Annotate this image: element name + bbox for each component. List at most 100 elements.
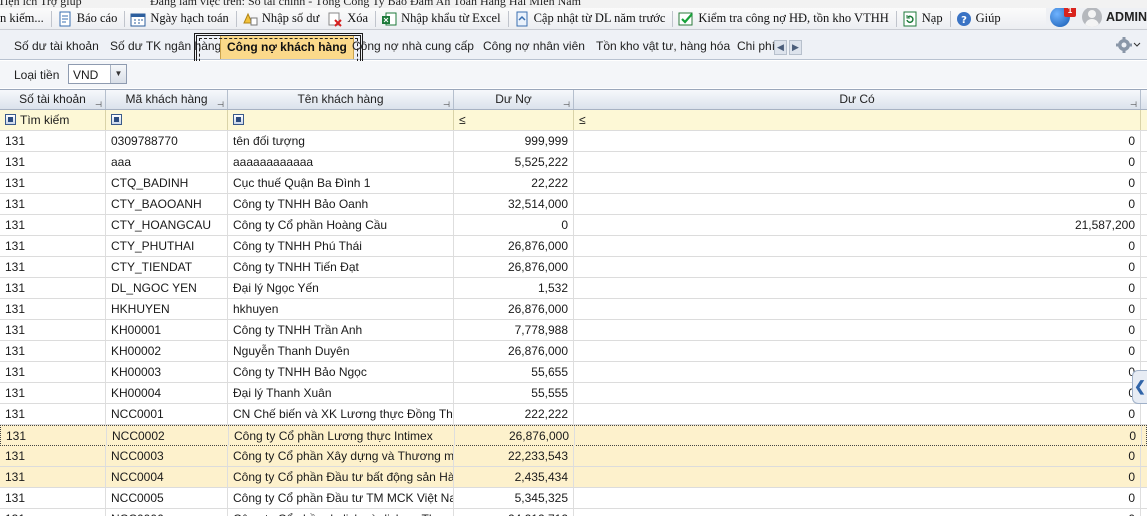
tab-customer-debt[interactable]: Công nợ khách hàng: [220, 35, 354, 59]
search-filter-name[interactable]: [228, 110, 454, 130]
cell-account[interactable]: 131: [0, 362, 106, 382]
currency-select[interactable]: VND ▼: [68, 64, 127, 84]
cell-credit[interactable]: 0: [574, 173, 1141, 193]
cell-code[interactable]: NCC0001: [106, 404, 228, 424]
cell-code[interactable]: CTQ_BADINH: [106, 173, 228, 193]
cell-credit[interactable]: 0: [574, 236, 1141, 256]
check-debt-button[interactable]: Kiểm tra công nợ HĐ, tồn kho VTHH: [675, 9, 893, 29]
cell-debit[interactable]: 2,435,434: [454, 467, 574, 487]
refresh-button[interactable]: Nạp: [899, 9, 948, 29]
cell-account[interactable]: 131: [0, 299, 106, 319]
cell-credit[interactable]: 0: [574, 446, 1141, 466]
tab-inventory[interactable]: Tồn kho vật tư, hàng hóa: [590, 35, 736, 59]
cell-code[interactable]: KH00002: [106, 341, 228, 361]
cell-account[interactable]: 131: [0, 404, 106, 424]
cell-credit[interactable]: 0: [574, 362, 1141, 382]
cell-name[interactable]: hkhuyen: [228, 299, 454, 319]
tab-scroll-right-button[interactable]: ▶: [789, 40, 802, 55]
cell-code[interactable]: KH00004: [106, 383, 228, 403]
table-row[interactable]: 131 CTY_PHUTHAI Công ty TNHH Phú Thái 26,87…: [0, 236, 1147, 257]
cell-name[interactable]: Công ty Cổ phần Đầu tư TM MCK Việt Na: [228, 488, 454, 508]
cell-credit[interactable]: 21,587,200: [574, 215, 1141, 235]
table-row[interactable]: 131 aaa aaaaaaaaaaaa 5,525,222 0: [0, 152, 1147, 173]
cell-debit[interactable]: 26,876,000: [454, 299, 574, 319]
cell-debit[interactable]: 0: [454, 215, 574, 235]
cell-credit[interactable]: 0: [574, 341, 1141, 361]
column-header-account[interactable]: Số tài khoản ⊣: [0, 90, 106, 109]
cell-account[interactable]: 131: [0, 488, 106, 508]
cell-code[interactable]: CTY_BAOOANH: [106, 194, 228, 214]
cell-code[interactable]: NCC0006: [106, 509, 228, 516]
search-button[interactable]: n kiếm...: [0, 9, 49, 29]
cell-account[interactable]: 131: [0, 446, 106, 466]
cell-code[interactable]: aaa: [106, 152, 228, 172]
table-row[interactable]: 131 HKHUYEN hkhuyen 26,876,000 0: [0, 299, 1147, 320]
cell-credit[interactable]: 0: [574, 299, 1141, 319]
cell-name[interactable]: Công ty Cổ phần du lịch và dịch vụ Thươn…: [228, 509, 454, 516]
cell-name[interactable]: Công ty Cổ phần Xây dựng và Thương mại: [228, 446, 454, 466]
import-balance-button[interactable]: Nhập số dư: [239, 9, 324, 29]
cell-debit[interactable]: 5,525,222: [454, 152, 574, 172]
cell-code[interactable]: DL_NGOC YEN: [106, 278, 228, 298]
search-filter-code[interactable]: [106, 110, 228, 130]
table-row[interactable]: 131 0309788770 tên đối tượng 999,999 0: [0, 131, 1147, 152]
table-row[interactable]: 131NCC0006Công ty Cổ phần du lịch và dịc…: [0, 509, 1147, 516]
cell-account[interactable]: 131: [0, 173, 106, 193]
search-filter-credit[interactable]: ≤: [574, 110, 1141, 130]
cell-debit[interactable]: 26,876,000: [454, 236, 574, 256]
posting-date-button[interactable]: Ngày hạch toán: [127, 9, 233, 29]
tab-scroll-left-button[interactable]: ◀: [774, 40, 787, 55]
cell-account[interactable]: 131: [0, 467, 106, 487]
cell-account[interactable]: 131: [0, 215, 106, 235]
cell-account[interactable]: 131: [0, 320, 106, 340]
cell-name[interactable]: tên đối tượng: [228, 131, 454, 151]
cell-code[interactable]: CTY_TIENDAT: [106, 257, 228, 277]
globe-icon[interactable]: 1: [1050, 8, 1077, 27]
cell-credit[interactable]: 0: [574, 257, 1141, 277]
table-row[interactable]: 131 NCC0005 Công ty Cổ phần Đầu tư TM MCK …: [0, 488, 1147, 509]
search-filter-debit[interactable]: ≤: [454, 110, 574, 130]
column-header-credit[interactable]: Dư Có ⊣: [574, 90, 1141, 109]
table-row[interactable]: 131 CTQ_BADINH Cục thuế Quận Ba Đình 1 22,2…: [0, 173, 1147, 194]
side-panel-toggle[interactable]: ❮: [1132, 370, 1147, 404]
cell-code[interactable]: KH00003: [106, 362, 228, 382]
settings-button[interactable]: [1115, 35, 1141, 55]
cell-credit[interactable]: 0: [574, 194, 1141, 214]
search-filter-account[interactable]: Tìm kiếm: [0, 110, 106, 130]
table-row[interactable]: 131 NCC0003 Công ty Cổ phần Xây dựng và Th…: [0, 446, 1147, 467]
update-previous-year-button[interactable]: Cập nhật từ DL năm trước: [511, 9, 671, 29]
cell-account[interactable]: 131: [0, 278, 106, 298]
cell-name[interactable]: Công ty TNHH Bảo Oanh: [228, 194, 454, 214]
cell-account[interactable]: 131: [0, 341, 106, 361]
cell-account[interactable]: 131: [0, 152, 106, 172]
cell-credit[interactable]: 0: [574, 509, 1141, 516]
cell-code[interactable]: NCC0003: [106, 446, 228, 466]
column-header-debit[interactable]: Dư Nợ ⊣: [454, 90, 574, 109]
cell-name[interactable]: Cục thuế Quận Ba Đình 1: [228, 173, 454, 193]
cell-account[interactable]: 131: [1, 426, 107, 446]
cell-credit[interactable]: 0: [574, 404, 1141, 424]
cell-code[interactable]: NCC0005: [106, 488, 228, 508]
cell-debit[interactable]: 32,514,000: [454, 194, 574, 214]
cell-credit[interactable]: 0: [575, 426, 1142, 446]
cell-credit[interactable]: 0: [574, 320, 1141, 340]
filter-icon[interactable]: [233, 114, 244, 126]
tab-bank-balance[interactable]: Số dư TK ngân hàng: [104, 35, 227, 59]
cell-code[interactable]: CTY_HOANGCAU: [106, 215, 228, 235]
cell-debit[interactable]: 22,222: [454, 173, 574, 193]
cell-debit[interactable]: 26,876,000: [454, 257, 574, 277]
filter-icon[interactable]: [5, 114, 16, 126]
table-row[interactable]: 131 NCC0002 Công ty Cổ phần Lương thực Int…: [0, 425, 1147, 446]
cell-name[interactable]: Công ty Cổ phần Đầu tư bất động sản Hà: [228, 467, 454, 487]
cell-credit[interactable]: 0: [574, 278, 1141, 298]
cell-name[interactable]: Đại lý Thanh Xuân: [228, 383, 454, 403]
cell-name[interactable]: Công ty TNHH Tiến Đạt: [228, 257, 454, 277]
table-row[interactable]: 131 NCC0001 CN Chế biến và XK Lương thực Đ…: [0, 404, 1147, 425]
cell-account[interactable]: 131: [0, 383, 106, 403]
cell-code[interactable]: NCC0002: [107, 426, 229, 446]
cell-debit[interactable]: 999,999: [454, 131, 574, 151]
cell-account[interactable]: 131: [0, 236, 106, 256]
cell-account[interactable]: 131: [0, 509, 106, 516]
cell-account[interactable]: 131: [0, 257, 106, 277]
cell-debit[interactable]: 1,532: [454, 278, 574, 298]
